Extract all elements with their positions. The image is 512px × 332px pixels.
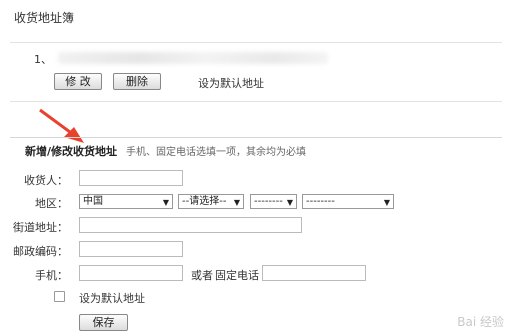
page-title: 收货地址簿 <box>14 11 75 25</box>
country-select-value: 中国 <box>83 196 103 207</box>
mobile-input[interactable] <box>79 265 183 281</box>
save-button[interactable]: 保存 <box>79 314 128 331</box>
street-label: 街道地址： <box>13 221 68 234</box>
form-section-title: 新增/修改收货地址 <box>25 145 118 158</box>
divider <box>10 137 502 138</box>
set-default-checkbox-label: 设为默认地址 <box>79 292 145 305</box>
form-section-hint: 手机、固定电话选填一项，其余均为必填 <box>126 147 306 158</box>
phone-label: 固定电话 <box>215 269 259 282</box>
set-default-address-link[interactable]: 设为默认地址 <box>198 75 264 91</box>
address-index: 1、 <box>34 53 52 66</box>
district-select[interactable]: -------- ▼ <box>302 194 394 209</box>
red-arrow-annotation <box>39 108 84 143</box>
set-default-checkbox[interactable] <box>54 291 65 302</box>
city-select-value: -------- <box>254 196 283 207</box>
country-select[interactable]: 中国 ▼ <box>79 194 173 209</box>
province-select[interactable]: --请选择-- ▼ <box>178 194 244 209</box>
dropdown-arrow-icon: ▼ <box>233 198 240 207</box>
delete-address-button[interactable]: 删除 <box>113 73 161 90</box>
edit-address-button[interactable]: 修 改 <box>54 73 102 90</box>
receiver-label: 收货人： <box>24 174 68 187</box>
province-select-value: --请选择-- <box>182 196 227 207</box>
postcode-input[interactable] <box>79 241 183 257</box>
postcode-label: 邮政编码： <box>13 245 68 258</box>
street-input[interactable] <box>79 217 302 233</box>
region-label: 地区： <box>35 197 68 210</box>
dropdown-arrow-icon: ▼ <box>162 198 169 207</box>
dropdown-arrow-icon: ▼ <box>286 198 293 207</box>
mobile-label: 手机： <box>35 269 68 282</box>
receiver-input[interactable] <box>79 170 183 186</box>
divider <box>10 101 502 102</box>
divider <box>10 42 502 43</box>
or-text: 或者 <box>191 269 213 282</box>
phone-input[interactable] <box>262 265 366 281</box>
dropdown-arrow-icon: ▼ <box>383 198 390 207</box>
city-select[interactable]: -------- ▼ <box>250 194 297 209</box>
district-select-value: -------- <box>306 196 335 207</box>
address-text-blurred <box>58 52 328 64</box>
watermark: Bai 经验 <box>457 315 504 329</box>
